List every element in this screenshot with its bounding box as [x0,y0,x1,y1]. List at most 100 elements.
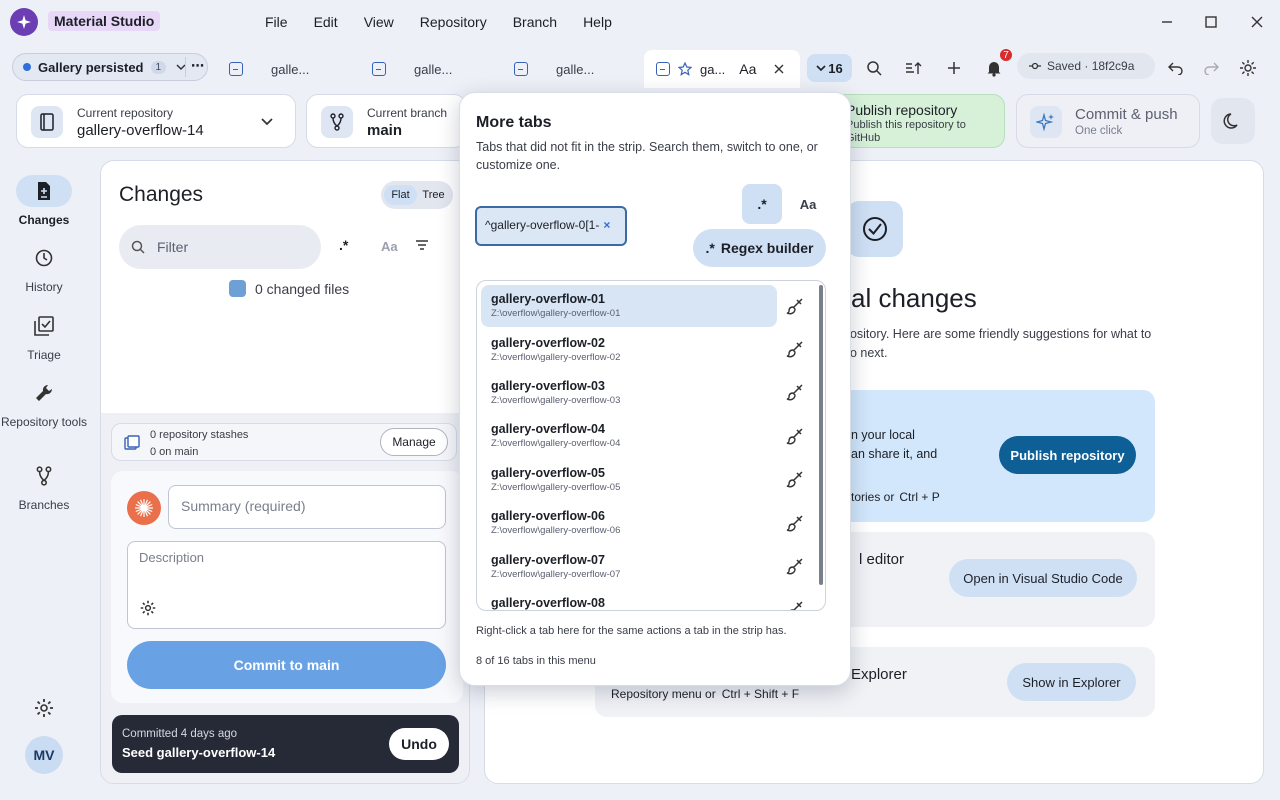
menu-help[interactable]: Help [583,14,612,30]
popover-title: More tabs [476,114,552,131]
brush-icon[interactable] [783,554,807,578]
tab-list-item[interactable]: gallery-overflow-04 Z:\overflow\gallery-… [481,415,777,457]
rail-branches[interactable]: Branches [0,460,88,512]
search-icon[interactable] [864,58,884,78]
tab-name: gallery-overflow-05 [491,466,605,480]
avatar[interactable]: MV [25,736,63,774]
current-repository-value: gallery-overflow-14 [77,122,204,139]
stash-icon [124,435,140,451]
minimize-icon[interactable] [1157,12,1177,32]
current-repository-card[interactable]: Current repository gallery-overflow-14 [16,94,296,148]
repo-icon [656,62,670,76]
commit-options-icon[interactable] [140,600,156,616]
publish-card-title: Publish repository [846,102,958,118]
filter-case-toggle[interactable]: Aa [381,239,398,254]
tab-list-item[interactable]: gallery-overflow-01 Z:\overflow\gallery-… [481,285,777,327]
theme-toggle-button[interactable] [1211,98,1255,144]
view-flat[interactable]: Flat [384,185,417,205]
main-subtitle: pository. Here are some friendly suggest… [843,327,1152,360]
brush-icon[interactable] [783,511,807,535]
filter-placeholder: Filter [157,239,189,255]
settings-sync-icon[interactable] [1238,58,1258,78]
description-input[interactable]: Description [127,541,446,629]
rail-changes[interactable]: Changes [0,175,88,227]
tab-list-item[interactable]: gallery-overflow-05 Z:\overflow\gallery-… [481,459,777,501]
open-in-vscode-button[interactable]: Open in Visual Studio Code [949,559,1137,597]
suggestion-explorer-title: Explorer [851,666,907,683]
undo-button[interactable]: Undo [389,728,449,760]
commit-button[interactable]: Commit to main [127,641,446,689]
history-icon [16,242,72,274]
tab-1[interactable]: galle... [229,56,309,82]
book-icon [31,106,63,138]
menu-repository[interactable]: Repository [420,14,487,30]
filter-regex-toggle[interactable]: .* [339,237,348,253]
description-placeholder: Description [139,550,205,565]
brush-icon[interactable] [783,380,807,404]
commit-push-title: Commit & push [1075,106,1178,123]
commit-push-card[interactable]: Commit & push One click [1016,94,1200,148]
brush-icon[interactable] [783,467,807,491]
sort-icon[interactable] [904,58,924,78]
clear-search-icon[interactable]: × [603,218,610,232]
rail-branches-label: Branches [18,498,70,512]
workspace-more-icon[interactable]: ⋯ [191,58,204,74]
regex-builder-button[interactable]: .* Regex builder [693,229,826,267]
brush-icon[interactable] [783,337,807,361]
undo-icon[interactable] [1166,58,1186,78]
active-tab[interactable]: ga... Aa [644,50,800,88]
star-icon[interactable] [678,62,692,76]
menu-file[interactable]: File [265,14,288,30]
rail-triage[interactable]: Triage [0,310,88,362]
menu-edit[interactable]: Edit [314,14,338,30]
workspace-count: 1 [150,60,167,74]
menu-view[interactable]: View [364,14,394,30]
changes-panel: Changes Flat Tree Filter .* Aa 0 changed… [100,160,470,784]
show-in-explorer-button[interactable]: Show in Explorer [1007,663,1136,701]
summary-input[interactable]: Summary (required) [168,485,446,529]
redo-icon[interactable] [1201,58,1221,78]
regex-toggle[interactable]: .* [742,184,782,224]
tab-list-item[interactable]: gallery-overflow-06 Z:\overflow\gallery-… [481,502,777,544]
tab-path: Z:\overflow\gallery-overflow-02 [491,352,621,363]
popover-footer-count: 8 of 16 tabs in this menu [476,655,596,667]
tab-name: gallery-overflow-08 [491,596,605,610]
tab-overflow-button[interactable]: 16 [807,54,852,82]
tab-list-item[interactable]: gallery-overflow-08 [481,589,777,610]
current-branch-value: main [367,122,403,139]
tab-label: galle... [414,61,453,77]
tab-list-item[interactable]: gallery-overflow-02 Z:\overflow\gallery-… [481,329,777,371]
menu-branch[interactable]: Branch [513,14,557,30]
maximize-icon[interactable] [1201,12,1221,32]
publish-repository-button[interactable]: Publish repository [999,436,1136,474]
tab-list-item[interactable]: gallery-overflow-07 Z:\overflow\gallery-… [481,546,777,588]
rail-history-label: History [25,280,63,294]
rail-changes-label: Changes [18,213,70,227]
current-branch-card[interactable]: Current branch main [306,94,466,148]
settings-icon[interactable] [34,698,54,718]
view-mode-toggle[interactable]: Flat Tree [381,181,453,209]
tab-close-icon[interactable] [774,64,784,74]
tab-search-input[interactable]: ^gallery-overflow-0[1- × [475,206,627,246]
toast-time: Committed 4 days ago [122,728,238,740]
brush-icon[interactable] [783,294,807,318]
manage-stashes-button[interactable]: Manage [380,428,448,456]
tab-3[interactable]: galle... [514,56,594,82]
case-toggle[interactable]: Aa [788,184,828,224]
tab-2[interactable]: galle... [372,56,452,82]
add-tab-icon[interactable] [944,58,964,78]
select-all-checkbox[interactable] [229,280,246,297]
filter-options-icon[interactable] [415,239,429,251]
rail-history[interactable]: History [0,242,88,294]
filter-input[interactable]: Filter [119,225,321,269]
main-title: al changes [851,283,977,313]
tab-list-scrollbar[interactable] [819,285,823,585]
view-tree[interactable]: Tree [417,185,450,205]
workspace-selector[interactable]: Gallery persisted 1 ⋯ [12,53,208,81]
close-icon[interactable] [1247,12,1267,32]
brush-icon[interactable] [783,597,807,610]
tab-list-item[interactable]: gallery-overflow-03 Z:\overflow\gallery-… [481,372,777,414]
rail-repository-tools[interactable]: Repository tools [0,377,88,430]
tab-case-toggle[interactable]: Aa [739,61,756,77]
brush-icon[interactable] [783,424,807,448]
